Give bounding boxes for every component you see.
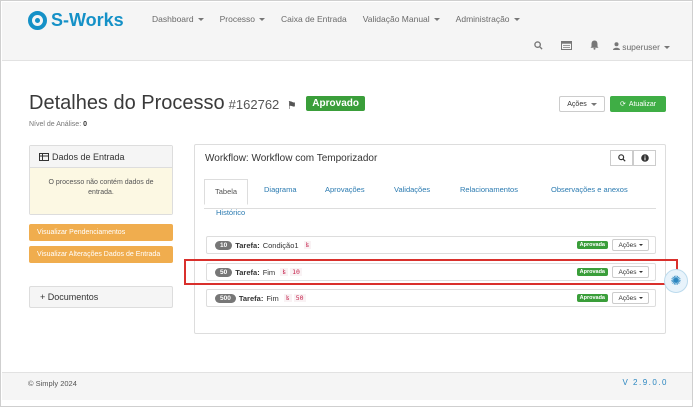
analysis-level-label: Nível de Análise: [29, 121, 82, 128]
tab-diagrama[interactable]: Diagrama [264, 185, 297, 194]
search-icon[interactable] [534, 40, 543, 53]
footer: © Simply 2024 V 2.9.0.0 [2, 372, 692, 400]
chevron-down-icon [259, 18, 266, 22]
task-code: 50 [293, 294, 306, 302]
chevron-down-icon [513, 18, 520, 22]
task-name: Fim [266, 293, 279, 303]
documents-panel[interactable]: + Documentos [29, 286, 173, 308]
chevron-down-icon [590, 102, 597, 106]
bell-icon[interactable] [590, 40, 599, 53]
task-code-icon: ʪ [303, 241, 312, 249]
view-pendencies-button[interactable]: Visualizar Pendenciamentos [29, 224, 173, 241]
chevron-down-icon [197, 18, 204, 22]
task-status-badge: Aprovada [576, 294, 608, 302]
workflow-search-button[interactable] [610, 150, 633, 166]
version: V 2.9.0.0 [622, 378, 668, 387]
refresh-button-label: Atualizar [628, 100, 657, 108]
documents-label: + Documentos [40, 292, 99, 302]
page-title-text: Detalhes do Processo [29, 92, 225, 114]
tab-relacionamentos[interactable]: Relacionamentos [460, 185, 518, 194]
nav-administracao-label: Administração [455, 14, 510, 24]
brand-logo[interactable]: S-Works [28, 10, 124, 31]
task-actions-button[interactable]: Ações [612, 292, 649, 304]
logo-icon [28, 11, 47, 30]
calendar-icon[interactable] [560, 40, 572, 53]
view-input-changes-label: Visualizar Alterações Dados de Entrada [37, 251, 161, 258]
workflow-title: Workflow: Workflow com Temporizador [205, 153, 378, 164]
input-data-title: Dados de Entrada [52, 151, 125, 162]
refresh-icon: ⟳ [619, 101, 626, 108]
tabs-divider [204, 208, 656, 209]
task-actions-label: Ações [618, 294, 637, 302]
workflow-tools [610, 150, 656, 166]
analysis-level-value: 0 [83, 121, 88, 128]
nav-processo[interactable]: Processo [219, 14, 266, 24]
nav-administracao[interactable]: Administração [456, 14, 520, 24]
nav-caixa-entrada-label: Caixa de Entrada [281, 14, 347, 24]
task-status-badge: Aprovada [576, 241, 608, 249]
view-pendencies-label: Visualizar Pendenciamentos [37, 229, 126, 236]
task-label: Tarefa: [238, 293, 264, 303]
nav-processo-label: Processo [219, 14, 256, 24]
input-data-panel: Dados de Entrada O processo não contém d… [29, 145, 173, 215]
chevron-down-icon [433, 18, 440, 22]
task-name: Condição1 [262, 240, 299, 250]
workflow-info-button[interactable] [633, 150, 656, 166]
analysis-level: Nível de Análise: 0 [29, 121, 87, 128]
nav-dashboard-label: Dashboard [152, 14, 194, 24]
task-row[interactable]: 500 Tarefa: Fim ʪ 50 Aprovada Ações [206, 289, 656, 307]
flag-icon: ⚑ [286, 100, 297, 112]
task-label: Tarefa: [235, 240, 260, 250]
table-icon [39, 152, 49, 161]
input-data-message: O processo não contém dados de entrada. [30, 168, 172, 214]
user-menu[interactable]: superuser [612, 41, 670, 52]
page-title: Detalhes do Processo #162762 ⚑ Aprovado [29, 92, 365, 115]
copyright: © Simply 2024 [28, 379, 77, 388]
highlight-box [184, 259, 678, 285]
task-code-icon: ʪ [283, 294, 292, 302]
task-row[interactable]: 10 Tarefa: Condição1 ʪ Aprovada Ações [206, 236, 656, 254]
nav-caixa-entrada[interactable]: Caixa de Entrada [281, 14, 347, 24]
tab-aprovacoes[interactable]: Aprovações [325, 185, 365, 194]
chevron-down-icon [664, 45, 670, 49]
brand-name: S-Works [51, 10, 124, 30]
user-icon [612, 41, 620, 50]
task-actions-button[interactable]: Ações [612, 239, 649, 251]
nav-validacao-manual[interactable]: Validação Manual [363, 14, 440, 24]
nav-validacao-label: Validação Manual [362, 14, 430, 24]
top-navbar: S-Works Dashboard Processo Caixa de Entr… [2, 2, 692, 61]
process-id: #162762 [228, 97, 280, 112]
chevron-down-icon [638, 244, 643, 246]
nav-dashboard[interactable]: Dashboard [152, 14, 204, 24]
status-badge: Aprovado [306, 96, 365, 111]
search-icon [617, 154, 626, 162]
actions-button[interactable]: Ações [559, 96, 605, 112]
main-menu: Dashboard Processo Caixa de Entrada Vali… [152, 14, 536, 24]
task-actions-label: Ações [618, 241, 637, 249]
task-number: 10 [215, 240, 233, 250]
refresh-button[interactable]: ⟳ Atualizar [610, 96, 666, 112]
tab-validacoes[interactable]: Validações [394, 185, 430, 194]
info-icon [640, 154, 649, 162]
task-number: 500 [215, 293, 236, 303]
brain-helper-icon[interactable]: ✺ [664, 269, 688, 293]
actions-button-label: Ações [567, 100, 587, 108]
tab-historico[interactable]: Histórico [216, 208, 245, 217]
chevron-down-icon [638, 297, 643, 299]
nav-right: superuser [516, 40, 670, 53]
user-name: superuser [622, 41, 660, 52]
app-window: S-Works Dashboard Processo Caixa de Entr… [0, 0, 693, 407]
tab-observacoes-anexos[interactable]: Observações e anexos [551, 185, 628, 194]
view-input-changes-button[interactable]: Visualizar Alterações Dados de Entrada [29, 246, 173, 263]
input-data-header: Dados de Entrada [30, 146, 172, 168]
tab-tabela[interactable]: Tabela [204, 179, 249, 205]
